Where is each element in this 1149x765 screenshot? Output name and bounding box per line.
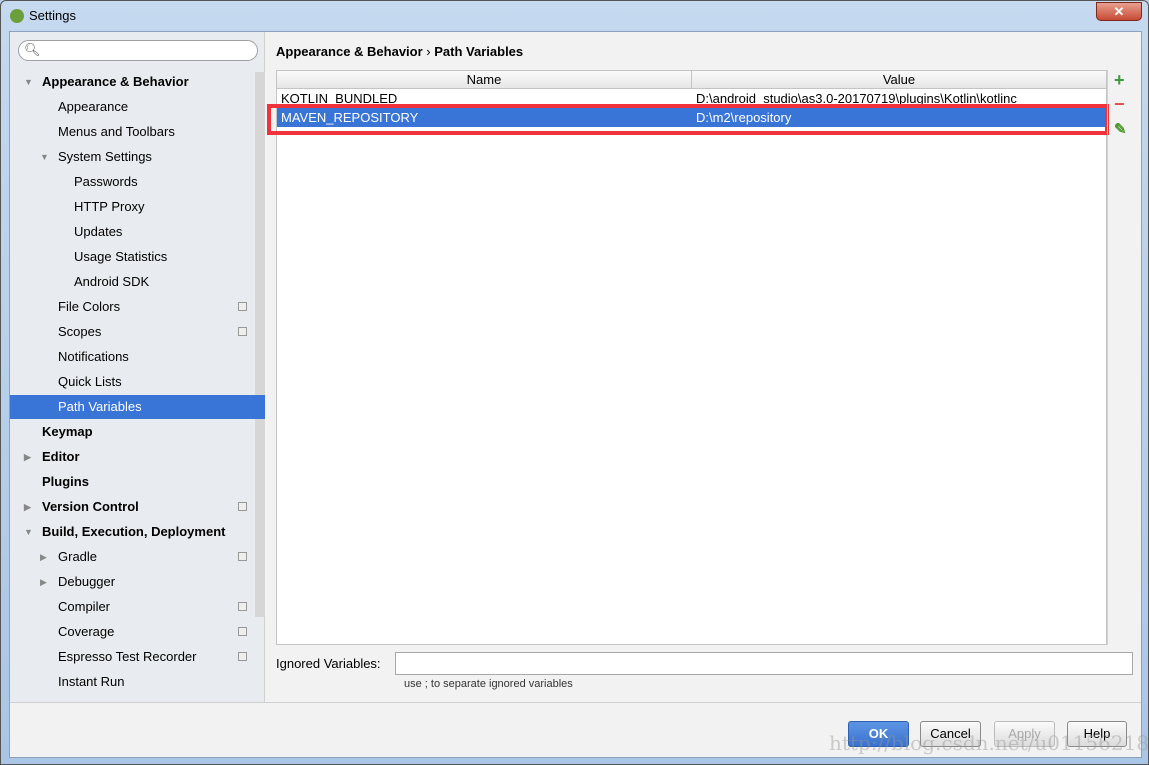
sidebar-item[interactable]: Plugins: [10, 470, 265, 494]
table-toolbar: + − ✎: [1107, 70, 1133, 645]
sidebar-item-label: File Colors: [58, 299, 121, 314]
column-header-name[interactable]: Name: [277, 71, 692, 89]
sidebar-item[interactable]: Appearance: [10, 95, 265, 119]
sidebar-item-label: Menus and Toolbars: [58, 124, 175, 139]
sidebar-item-label: Appearance: [58, 99, 129, 114]
breadcrumb-current: Path Variables: [434, 44, 524, 59]
ignored-variables-hint: use ; to separate ignored variables: [404, 678, 573, 690]
sidebar-item-label: Android SDK: [74, 274, 150, 289]
project-settings-icon: [238, 602, 247, 611]
sidebar-item-label: Instant Run: [58, 674, 125, 689]
sidebar-item-label: Quick Lists: [58, 374, 122, 389]
sidebar-item-label: Scopes: [58, 324, 102, 339]
collapsed-arrow-icon[interactable]: ▶: [24, 495, 31, 519]
window-title: Settings: [29, 8, 76, 23]
sidebar-item-label: Compiler: [58, 599, 111, 614]
remove-icon[interactable]: −: [1114, 94, 1125, 115]
sidebar-item-label: HTTP Proxy: [74, 199, 145, 214]
android-studio-icon: [10, 9, 24, 23]
collapsed-arrow-icon[interactable]: ▶: [24, 445, 31, 469]
sidebar-item-label: Passwords: [74, 174, 138, 189]
sidebar-item[interactable]: Path Variables: [10, 395, 265, 419]
add-icon[interactable]: +: [1114, 70, 1125, 91]
project-settings-icon: [238, 327, 247, 336]
sidebar-item[interactable]: ▶ Gradle: [10, 545, 265, 569]
expanded-arrow-icon[interactable]: ▼: [40, 145, 49, 169]
sidebar-item-label: Version Control: [42, 499, 139, 514]
sidebar-item[interactable]: ▶ Editor: [10, 445, 265, 469]
ignored-variables-label: Ignored Variables:: [276, 656, 381, 671]
sidebar-item[interactable]: ▶ Debugger: [10, 570, 265, 594]
breadcrumb-parent: Appearance & Behavior: [276, 44, 423, 59]
breadcrumb: Appearance & Behavior › Path Variables: [276, 44, 523, 59]
project-settings-icon: [238, 502, 247, 511]
watermark: http://blog.csdn.net/u011562187: [829, 731, 1149, 755]
sidebar-item[interactable]: Passwords: [10, 170, 265, 194]
search-icon: 🔍︎: [24, 42, 41, 57]
sidebar-item[interactable]: Coverage: [10, 620, 265, 644]
sidebar-item[interactable]: Updates: [10, 220, 265, 244]
sidebar-item-label: Appearance & Behavior: [42, 74, 189, 89]
project-settings-icon: [238, 652, 247, 661]
sidebar-item[interactable]: Quick Lists: [10, 370, 265, 394]
highlight-annotation-box: [267, 104, 1109, 135]
project-settings-icon: [238, 302, 247, 311]
sidebar-item[interactable]: Instant Run: [10, 670, 265, 694]
sidebar-item[interactable]: File Colors: [10, 295, 265, 319]
expanded-arrow-icon[interactable]: ▼: [24, 70, 33, 94]
settings-sidebar: 🔍︎ ▼ Appearance & Behavior Appearance Menus…: [10, 32, 265, 702]
settings-window: Settings ✕ 🔍︎ ▼ Appearance & Behavior Appe…: [0, 0, 1149, 765]
close-button[interactable]: ✕: [1096, 2, 1142, 21]
sidebar-item[interactable]: Usage Statistics: [10, 245, 265, 269]
sidebar-item-label: Debugger: [58, 574, 116, 589]
project-settings-icon: [238, 627, 247, 636]
sidebar-item[interactable]: HTTP Proxy: [10, 195, 265, 219]
collapsed-arrow-icon[interactable]: ▶: [40, 545, 47, 569]
sidebar-item[interactable]: Notifications: [10, 345, 265, 369]
sidebar-item-label: Path Variables: [58, 399, 142, 414]
dialog-body: 🔍︎ ▼ Appearance & Behavior Appearance Menus…: [9, 31, 1142, 758]
expanded-arrow-icon[interactable]: ▼: [24, 520, 33, 544]
sidebar-item[interactable]: Keymap: [10, 420, 265, 444]
sidebar-item-label: Usage Statistics: [74, 249, 168, 264]
ignored-variables-input[interactable]: [395, 652, 1133, 675]
sidebar-item[interactable]: Android SDK: [10, 270, 265, 294]
sidebar-item-label: Plugins: [42, 474, 89, 489]
settings-search-input[interactable]: 🔍︎: [18, 40, 258, 61]
sidebar-item-label: Editor: [42, 449, 80, 464]
sidebar-item-label: Notifications: [58, 349, 129, 364]
footer-divider: [10, 702, 1141, 703]
path-variables-table: Name Value KOTLIN_BUNDLED D:\android_stud…: [276, 70, 1107, 645]
edit-icon[interactable]: ✎: [1114, 120, 1127, 138]
sidebar-item[interactable]: ▼ Appearance & Behavior: [10, 70, 265, 94]
sidebar-item-label: Coverage: [58, 624, 115, 639]
sidebar-item[interactable]: ▼ System Settings: [10, 145, 265, 169]
sidebar-item-label: Updates: [74, 224, 123, 239]
sidebar-item-label: Build, Execution, Deployment: [42, 524, 226, 539]
sidebar-item-label: System Settings: [58, 149, 152, 164]
breadcrumb-separator: ›: [426, 44, 431, 59]
project-settings-icon: [238, 552, 247, 561]
column-header-value[interactable]: Value: [692, 71, 1106, 89]
sidebar-item[interactable]: ▶ Version Control: [10, 495, 265, 519]
sidebar-item[interactable]: Espresso Test Recorder: [10, 645, 265, 669]
sidebar-item[interactable]: ▼ Build, Execution, Deployment: [10, 520, 265, 544]
sidebar-item-label: Gradle: [58, 549, 98, 564]
sidebar-item[interactable]: Menus and Toolbars: [10, 120, 265, 144]
collapsed-arrow-icon[interactable]: ▶: [40, 570, 47, 594]
sidebar-item[interactable]: Compiler: [10, 595, 265, 619]
sidebar-item[interactable]: Scopes: [10, 320, 265, 344]
sidebar-item-label: Keymap: [42, 424, 93, 439]
sidebar-item-label: Espresso Test Recorder: [58, 649, 197, 664]
